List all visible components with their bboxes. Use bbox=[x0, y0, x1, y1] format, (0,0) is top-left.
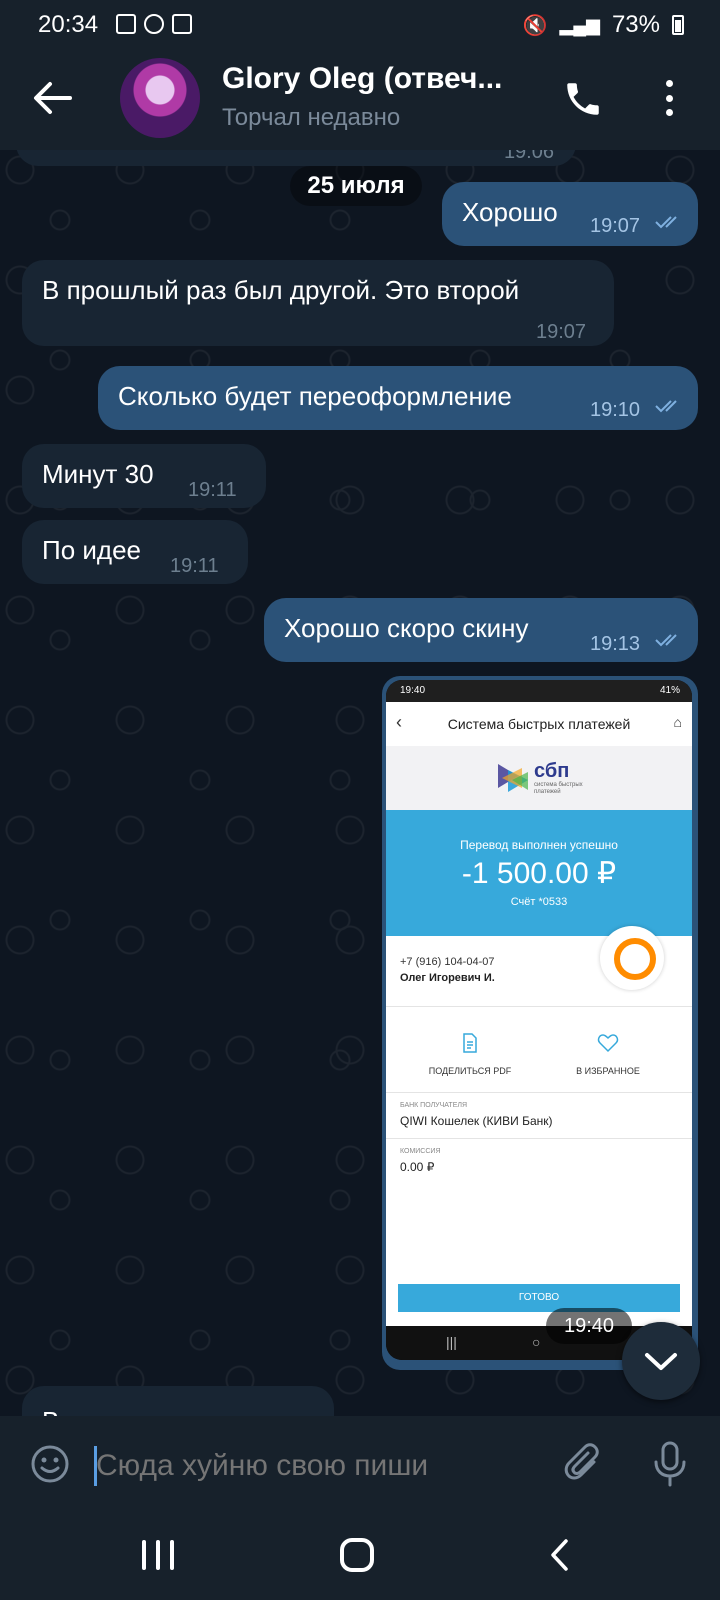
success-text: Перевод выполнен успешно bbox=[460, 838, 618, 852]
battery-icon bbox=[672, 15, 684, 35]
scroll-down-button[interactable] bbox=[622, 1322, 700, 1400]
recipient-phone: +7 (916) 104-04-07 bbox=[400, 956, 495, 968]
bank-value: QIWI Кошелек (КИВИ Банк) bbox=[400, 1114, 553, 1128]
gallery-icon bbox=[116, 14, 136, 34]
sbp-logo-caption: система быстрых платежей bbox=[534, 782, 583, 795]
bank-label: БАНК ПОЛУЧАТЕЛЯ bbox=[400, 1102, 468, 1109]
double-check-icon bbox=[655, 400, 677, 413]
message-bubble-incoming[interactable]: По идее 19:11 bbox=[22, 520, 248, 584]
home-icon: ⌂ bbox=[673, 714, 682, 730]
phone-call-icon[interactable] bbox=[562, 78, 604, 120]
message-time: 19:11 bbox=[170, 555, 219, 577]
microphone-icon[interactable] bbox=[652, 1440, 688, 1488]
message-bubble-outgoing[interactable]: Хорошо 19:07 bbox=[442, 182, 698, 246]
message-bubble-partial[interactable]: Вижу отлично bbox=[22, 1386, 334, 1416]
heart-icon bbox=[597, 1034, 619, 1053]
message-time: 19:13 bbox=[590, 633, 641, 655]
qiwi-logo-icon bbox=[600, 926, 664, 990]
recents-icon: ||| bbox=[446, 1334, 457, 1350]
screenshot-header: ‹ Система быстрых платежей ⌂ bbox=[386, 702, 692, 746]
sbp-logo-text: сбп bbox=[534, 760, 570, 782]
divider bbox=[386, 1138, 692, 1139]
payment-details: +7 (916) 104-04-07 Олег Игоревич И. ПОДЕ… bbox=[386, 926, 692, 1326]
message-bubble-incoming[interactable]: Минут 30 19:11 bbox=[22, 444, 266, 508]
divider bbox=[386, 1006, 692, 1007]
message-text: В прошлый раз был другой. Это второй bbox=[42, 275, 520, 305]
done-button: ГОТОВО bbox=[398, 1284, 680, 1312]
back-arrow-icon[interactable] bbox=[30, 78, 74, 118]
recents-button[interactable] bbox=[142, 1540, 174, 1570]
message-time: 19:06 bbox=[503, 150, 554, 163]
more-menu-icon[interactable] bbox=[662, 80, 676, 116]
account-number: Счёт *0533 bbox=[510, 896, 568, 908]
double-check-icon bbox=[655, 216, 677, 229]
favorite-action: В ИЗБРАННОЕ bbox=[548, 1032, 668, 1076]
image-message[interactable]: 19:40 41% ‹ Система быстрых платежей ⌂ с… bbox=[382, 676, 698, 1370]
message-time: 19:11 bbox=[188, 479, 237, 501]
recipient-name: Олег Игоревич И. bbox=[400, 972, 495, 984]
payment-screenshot: 19:40 41% ‹ Система быстрых платежей ⌂ с… bbox=[386, 680, 692, 1360]
message-time: 19:10 bbox=[590, 399, 641, 421]
message-bubble-incoming[interactable]: В прошлый раз был другой. Это второй 19:… bbox=[22, 260, 614, 346]
avatar[interactable] bbox=[120, 58, 200, 138]
emoji-icon[interactable] bbox=[30, 1444, 70, 1484]
back-chevron-icon[interactable] bbox=[548, 1538, 572, 1572]
share-pdf-label: ПОДЕЛИТЬСЯ PDF bbox=[428, 1066, 512, 1076]
home-circle-icon: ○ bbox=[532, 1334, 541, 1350]
chat-title[interactable]: Glory Oleg (отвеч... bbox=[222, 62, 502, 96]
chevron-down-icon bbox=[645, 1353, 677, 1370]
double-check-icon bbox=[655, 634, 677, 647]
message-text: Вижу отлично bbox=[42, 1406, 209, 1416]
image-time: 19:40 bbox=[546, 1308, 632, 1344]
message-text: Минут 30 bbox=[42, 459, 154, 489]
date-separator: 25 июля bbox=[290, 166, 422, 206]
message-text: Сколько будет переоформление bbox=[118, 381, 512, 411]
battery-percent: 73% bbox=[611, 11, 660, 38]
home-button[interactable] bbox=[340, 1538, 374, 1572]
message-bubble-outgoing[interactable]: Хорошо скоро скину 19:13 bbox=[264, 598, 698, 662]
message-bubble-outgoing[interactable]: Сколько будет переоформление 19:10 bbox=[98, 366, 698, 430]
document-icon bbox=[463, 1033, 477, 1053]
signal-icon: ▂▄▆ bbox=[559, 14, 600, 35]
message-bubble-partial[interactable]: 19:06 bbox=[16, 150, 576, 166]
notification-icons bbox=[116, 14, 192, 34]
telegram-icon bbox=[144, 14, 164, 34]
message-input[interactable] bbox=[96, 1446, 536, 1486]
favorite-label: В ИЗБРАННОЕ bbox=[576, 1066, 640, 1076]
check-icon bbox=[172, 14, 192, 34]
paperclip-icon[interactable] bbox=[564, 1442, 604, 1486]
mute-icon: 🔇 bbox=[522, 14, 548, 37]
chat-area[interactable]: 19:06 25 июля Хорошо 19:07 В прошлый раз… bbox=[0, 150, 720, 1416]
share-pdf-action: ПОДЕЛИТЬСЯ PDF bbox=[410, 1032, 530, 1076]
message-text: Хорошо bbox=[462, 197, 558, 227]
payment-success-panel: Перевод выполнен успешно -1 500.00 ₽ Счё… bbox=[386, 810, 692, 936]
message-time: 19:07 bbox=[590, 215, 641, 237]
message-text: По идее bbox=[42, 535, 141, 565]
message-text: Хорошо скоро скину bbox=[284, 613, 529, 643]
status-time: 20:34 bbox=[38, 11, 99, 38]
fee-value: 0.00 ₽ bbox=[400, 1160, 435, 1174]
screenshot-title: Система быстрых платежей bbox=[447, 716, 631, 732]
sbp-logo-area: сбп система быстрых платежей bbox=[386, 746, 692, 810]
fee-label: КОМИССИЯ bbox=[400, 1148, 441, 1155]
message-time: 19:07 bbox=[536, 321, 587, 343]
last-seen-status: Торчал недавно bbox=[222, 104, 401, 131]
screenshot-status-bar: 19:40 41% bbox=[386, 680, 692, 702]
divider bbox=[386, 1092, 692, 1093]
status-right: 🔇 ▂▄▆ 73% bbox=[523, 11, 684, 39]
payment-amount: -1 500.00 ₽ bbox=[461, 857, 617, 890]
